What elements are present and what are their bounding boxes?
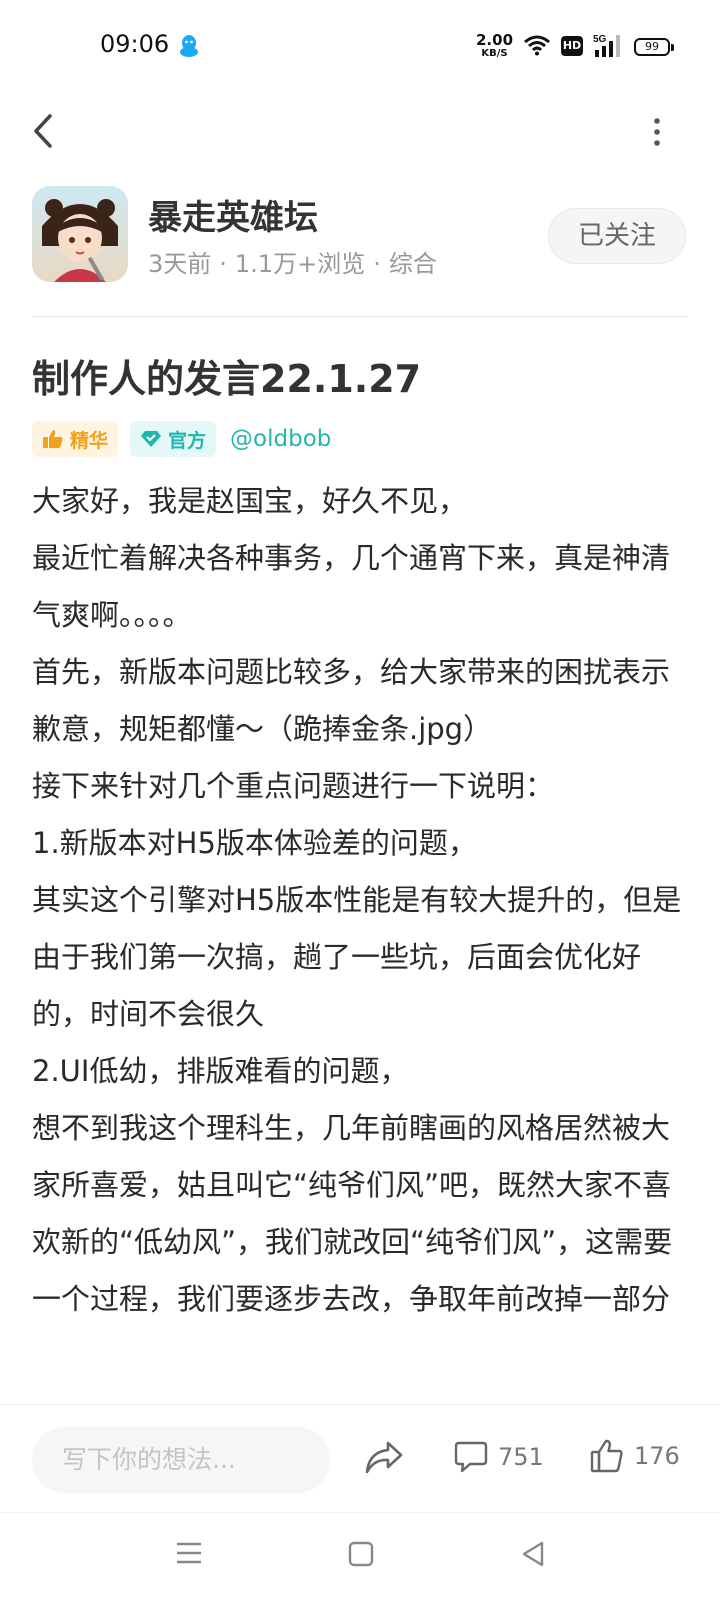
body-paragraph: 想不到我这个理科生，几年前瞎画的风格居然被大家所喜爱，姑且叫它“纯爷们风”吧，既… bbox=[32, 1111, 673, 1316]
recent-apps-button[interactable] bbox=[176, 1540, 202, 1570]
signal-icon: 5G bbox=[593, 32, 623, 62]
square-icon bbox=[348, 1541, 374, 1567]
more-vertical-icon bbox=[654, 118, 660, 146]
comment-icon bbox=[454, 1441, 488, 1473]
view-count: 1.1万+浏览 bbox=[234, 250, 366, 278]
essence-tag-label: 精华 bbox=[70, 429, 109, 452]
home-button[interactable] bbox=[348, 1541, 374, 1571]
author-avatar[interactable] bbox=[32, 186, 128, 282]
battery-icon: 99 bbox=[634, 38, 674, 56]
comment-count: 751 bbox=[498, 1443, 544, 1471]
like-button[interactable]: 176 bbox=[590, 1438, 680, 1474]
back-button[interactable] bbox=[28, 108, 62, 154]
body-paragraph: 首先，新版本问题比较多，给大家带来的困扰表示歉意，规矩都懂～（跪捧金条.jpg） bbox=[32, 655, 671, 746]
wifi-icon bbox=[523, 34, 551, 60]
official-tag: 官方 bbox=[130, 421, 217, 457]
share-icon bbox=[365, 1441, 403, 1474]
net-speed-unit: KB/S bbox=[481, 48, 508, 59]
essence-tag: 精华 bbox=[32, 421, 119, 457]
body-paragraph: 2.UI低幼，排版难看的问题， bbox=[32, 1054, 409, 1088]
divider bbox=[32, 316, 688, 317]
comment-input[interactable]: 写下你的想法... bbox=[32, 1427, 330, 1493]
divider bbox=[0, 1404, 720, 1405]
status-bar: 09:06 2.00 KB/S HD 5G 99 bbox=[0, 0, 720, 96]
menu-icon bbox=[177, 1542, 201, 1564]
post-category: 综合 bbox=[388, 250, 437, 278]
body-paragraph: 接下来针对几个重点问题进行一下说明： bbox=[32, 769, 555, 803]
thumbs-up-icon bbox=[590, 1439, 623, 1473]
post-time: 3天前 bbox=[148, 250, 212, 278]
thumbs-up-icon bbox=[43, 430, 63, 448]
author-handle[interactable]: @oldbob bbox=[230, 426, 331, 452]
like-count: 176 bbox=[634, 1442, 680, 1470]
hd-icon: HD bbox=[561, 36, 583, 56]
triangle-back-icon bbox=[522, 1541, 544, 1567]
diamond-check-icon bbox=[141, 431, 162, 447]
body-paragraph: 1.新版本对H5版本体验差的问题， bbox=[32, 826, 477, 860]
post-title: 制作人的发言22.1.27 bbox=[32, 357, 422, 401]
tag-row: 精华 官方 @oldbob bbox=[32, 420, 331, 458]
follow-button[interactable]: 已关注 bbox=[548, 208, 686, 264]
chevron-left-icon bbox=[34, 114, 52, 148]
official-tag-label: 官方 bbox=[168, 429, 207, 452]
signal-label: 5G bbox=[593, 34, 607, 45]
meta-separator: · bbox=[219, 250, 227, 278]
comment-button[interactable]: 751 bbox=[454, 1440, 544, 1474]
divider bbox=[0, 1512, 720, 1513]
system-back-button[interactable] bbox=[520, 1540, 546, 1572]
body-paragraph: 大家好，我是赵国宝，好久不见， bbox=[32, 484, 468, 518]
more-options-button[interactable] bbox=[650, 112, 664, 152]
net-speed: 2.00 KB/S bbox=[476, 33, 513, 61]
post-meta: 3天前 · 1.1万+浏览 · 综合 bbox=[148, 244, 437, 279]
author-name[interactable]: 暴走英雄坛 bbox=[148, 190, 318, 239]
meta-separator: · bbox=[373, 250, 381, 278]
body-paragraph: 最近忙着解决各种事务，几个通宵下来，真是神清气爽啊。。。。 bbox=[32, 541, 671, 632]
share-button[interactable] bbox=[364, 1440, 404, 1480]
post-body: 大家好，我是赵国宝，好久不见， 最近忙着解决各种事务，几个通宵下来，真是神清气爽… bbox=[32, 473, 692, 1328]
status-time: 09:06 bbox=[100, 30, 170, 58]
qq-icon bbox=[178, 34, 200, 62]
body-paragraph: 其实这个引擎对H5版本性能是有较大提升的，但是由于我们第一次搞，趟了一些坑，后面… bbox=[32, 883, 682, 1031]
